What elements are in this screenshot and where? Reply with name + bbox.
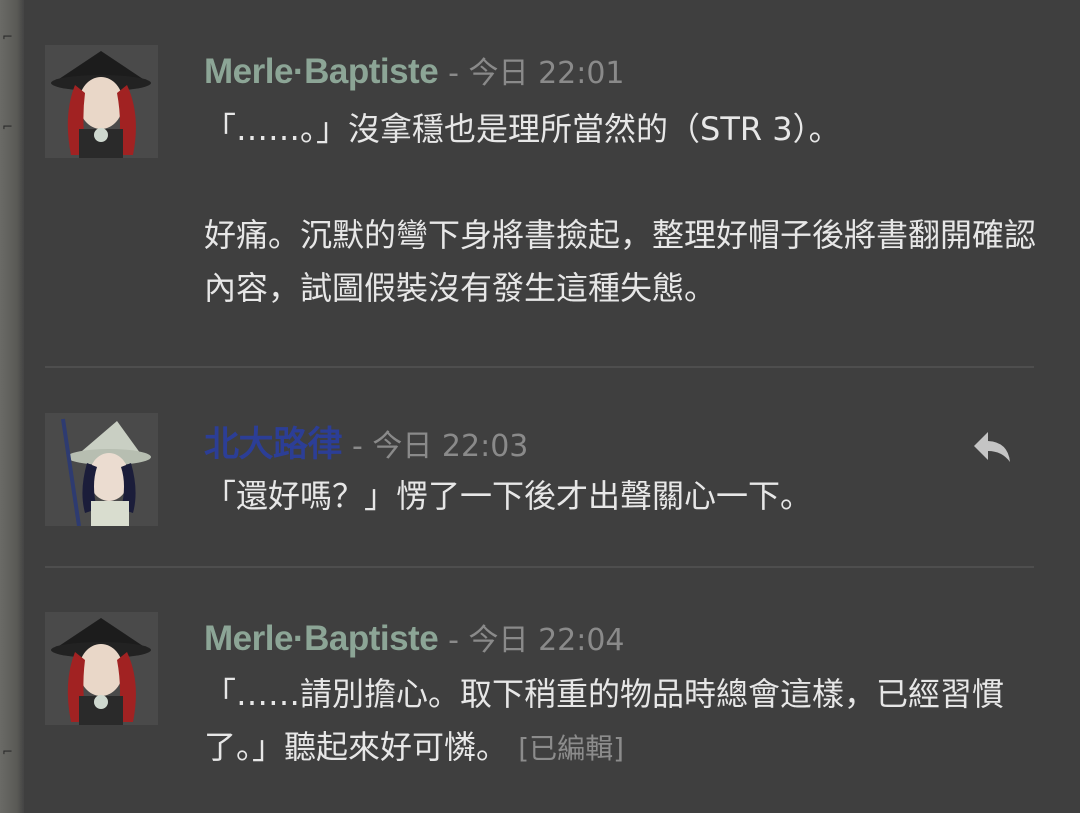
- avatar-image: [45, 413, 158, 526]
- reply-arrow-icon: [974, 432, 1010, 462]
- timestamp: - 今日 22:01: [448, 56, 625, 91]
- message-body: 「……。」沒拿穩也是理所當然的（STR 3）。 好痛。沉默的彎下身將書撿起，整理…: [204, 110, 1037, 307]
- reply-button[interactable]: [970, 424, 1014, 468]
- avatar-image: [45, 612, 158, 725]
- edge-decoration: ⌐: [2, 30, 13, 45]
- timestamp: - 今日 22:04: [448, 623, 625, 658]
- timestamp: - 今日 22:03: [352, 429, 529, 464]
- message-body: 「……請別擔心。取下稍重的物品時總會這樣，已經習慣了。」聽起來好可憐。 [已編輯…: [204, 668, 1046, 775]
- author-name[interactable]: Merle·Baptiste: [204, 619, 439, 659]
- chat-message-list: Merle·Baptiste - 今日 22:01 「……。」沒拿穩也是理所當然…: [24, 0, 1080, 813]
- message-header: Merle·Baptiste - 今日 22:01: [204, 48, 625, 92]
- message-divider: [45, 366, 1034, 368]
- author-name[interactable]: Merle·Baptiste: [204, 52, 439, 92]
- edited-tag: [已編輯]: [518, 732, 625, 765]
- avatar-beida[interactable]: [45, 413, 158, 526]
- edge-decoration: ⌐: [2, 120, 13, 135]
- avatar-merle[interactable]: [45, 45, 158, 158]
- message-header: 北大路律 - 今日 22:03: [204, 416, 528, 464]
- message-header: Merle·Baptiste - 今日 22:04: [204, 615, 625, 659]
- edge-decoration: ⌐: [2, 745, 13, 760]
- author-name[interactable]: 北大路律: [204, 416, 343, 467]
- avatar-image: [45, 45, 158, 158]
- message-body: 「還好嗎？」愣了一下後才出聲關心一下。: [204, 477, 813, 515]
- avatar-merle[interactable]: [45, 612, 158, 725]
- side-panel-edge: ⌐ ⌐ ⌐: [0, 0, 24, 813]
- message-divider: [45, 566, 1034, 568]
